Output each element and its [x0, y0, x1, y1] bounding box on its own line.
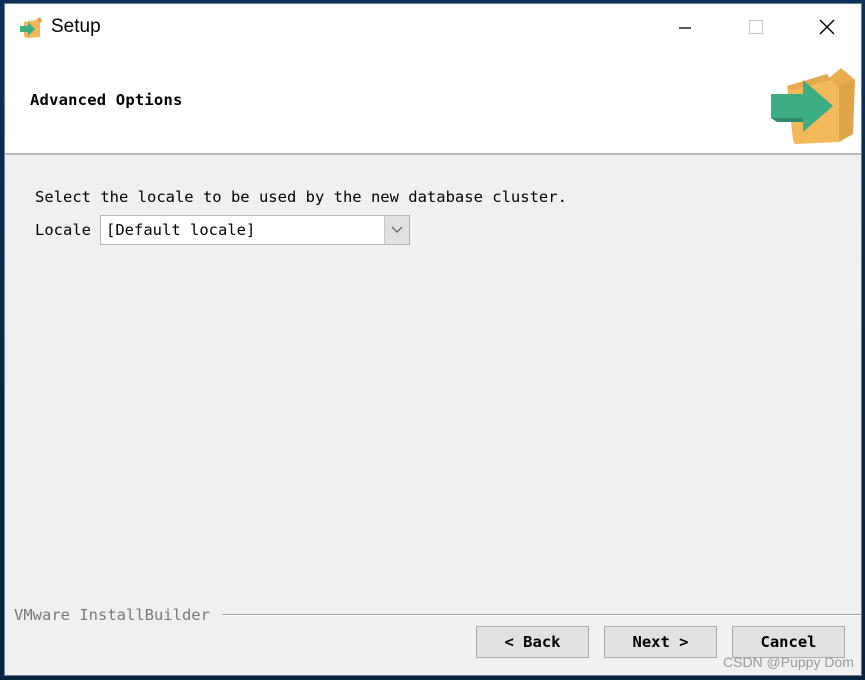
- watermark-text: CSDN @Puppy Dom: [723, 654, 854, 670]
- window-title: Setup: [51, 16, 101, 37]
- back-button[interactable]: < Back: [476, 626, 589, 658]
- locale-dropdown[interactable]: [Default locale]: [100, 215, 410, 245]
- setup-window: Setup Advanced Options Select the locale…: [4, 3, 862, 676]
- next-button[interactable]: Next >: [604, 626, 717, 658]
- instruction-text: Select the locale to be used by the new …: [35, 188, 567, 206]
- app-icon: [20, 17, 42, 38]
- footer-divider: [222, 614, 861, 616]
- minimize-icon: [679, 27, 691, 29]
- title-bar[interactable]: Setup: [5, 4, 861, 52]
- maximize-icon: [748, 19, 764, 35]
- close-button[interactable]: [804, 4, 850, 50]
- installer-box-arrow-icon: [771, 68, 855, 144]
- page-title: Advanced Options: [30, 91, 183, 109]
- wizard-header: Advanced Options: [5, 52, 861, 155]
- brand-label: VMware InstallBuilder: [14, 606, 210, 624]
- chevron-down-icon: [391, 226, 403, 233]
- locale-dropdown-button[interactable]: [384, 216, 409, 244]
- wizard-content: Select the locale to be used by the new …: [5, 155, 861, 675]
- locale-selected-value: [Default locale]: [106, 221, 256, 239]
- minimize-button[interactable]: [662, 4, 708, 50]
- close-icon: [819, 19, 835, 35]
- locale-label: Locale: [35, 221, 91, 239]
- maximize-button[interactable]: [733, 4, 779, 50]
